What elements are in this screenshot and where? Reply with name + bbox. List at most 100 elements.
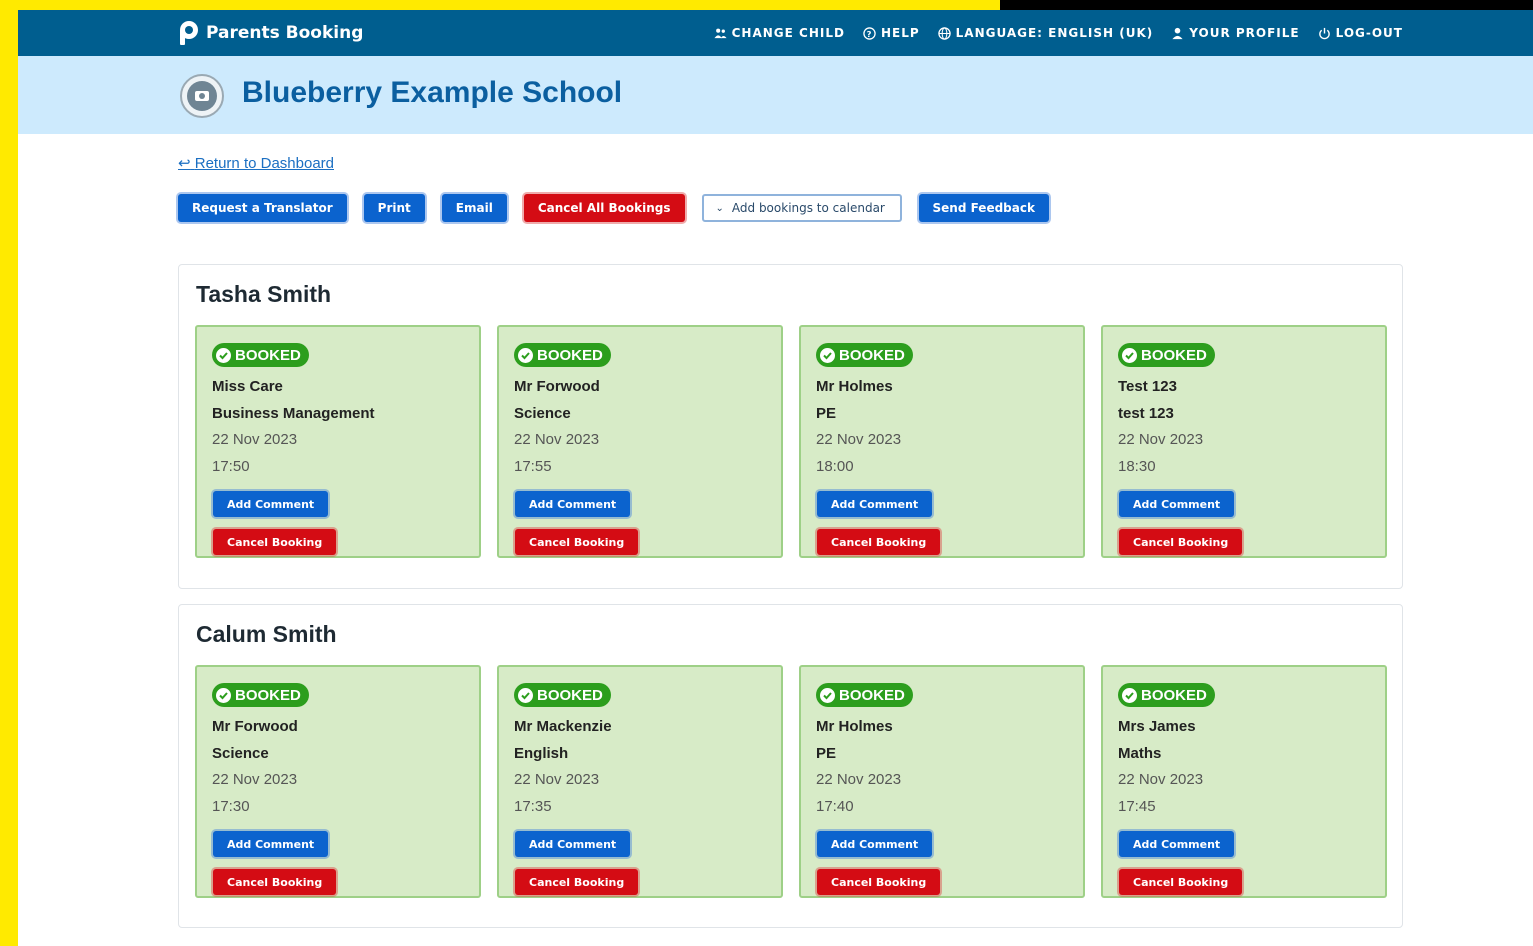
child-name: Calum Smith <box>196 621 337 647</box>
subject-name: Business Management <box>212 405 375 422</box>
globe-icon <box>937 26 951 40</box>
cancel-all-bookings-button[interactable]: Cancel All Bookings <box>523 194 685 222</box>
return-arrow-icon: ↩ <box>178 155 191 172</box>
print-button[interactable]: Print <box>363 194 425 222</box>
school-crest-icon <box>180 74 224 118</box>
cancel-booking-button[interactable]: Cancel Booking <box>515 869 639 895</box>
nav-change-child[interactable]: CHANGE CHILD <box>714 26 845 40</box>
users-icon <box>714 28 727 38</box>
add-comment-button[interactable]: Add Comment <box>515 491 631 517</box>
request-translator-button[interactable]: Request a Translator <box>178 194 347 222</box>
booked-badge: BOOKED <box>1118 683 1215 707</box>
booking-time: 17:55 <box>514 458 552 475</box>
booking-time: 17:35 <box>514 798 552 815</box>
booking-time: 17:50 <box>212 458 250 475</box>
nav-language[interactable]: LANGUAGE: ENGLISH (UK) <box>937 26 1154 40</box>
child-name: Tasha Smith <box>196 281 332 307</box>
teacher-name: Mr Mackenzie <box>514 718 612 735</box>
school-name: Blueberry Example School <box>242 76 623 109</box>
booked-badge: BOOKED <box>212 343 309 367</box>
booking-status: BOOKED <box>1141 686 1207 704</box>
email-button[interactable]: Email <box>441 194 507 222</box>
cancel-booking-button[interactable]: Cancel Booking <box>213 529 337 555</box>
check-circle-icon <box>820 347 835 363</box>
teacher-name: Test 123 <box>1118 378 1177 395</box>
booking-status: BOOKED <box>839 686 905 704</box>
parents-booking-logo-icon <box>178 20 200 46</box>
cancel-booking-button[interactable]: Cancel Booking <box>1119 529 1243 555</box>
subject-name: Maths <box>1118 745 1162 762</box>
nav-profile[interactable]: YOUR PROFILE <box>1171 26 1299 40</box>
add-comment-button[interactable]: Add Comment <box>213 491 329 517</box>
booking-card: BOOKED Mr Holmes PE 22 Nov 2023 17:40 Ad… <box>799 665 1085 898</box>
add-comment-button[interactable]: Add Comment <box>817 831 933 857</box>
booking-status: BOOKED <box>1141 346 1207 364</box>
check-circle-icon <box>1122 347 1137 363</box>
booking-date: 22 Nov 2023 <box>514 431 600 448</box>
child-panel: Tasha Smith BOOKED Miss Care Business Ma… <box>178 264 1403 589</box>
help-icon: ? <box>863 26 876 40</box>
nav-logout[interactable]: LOG-OUT <box>1318 26 1403 40</box>
nav-label: LANGUAGE: ENGLISH (UK) <box>955 26 1154 40</box>
subject-name: test 123 <box>1118 405 1174 422</box>
booking-card: BOOKED Mr Mackenzie English 22 Nov 2023 … <box>497 665 783 898</box>
booked-badge: BOOKED <box>514 683 611 707</box>
check-circle-icon <box>216 347 231 363</box>
booking-status: BOOKED <box>537 686 603 704</box>
booked-badge: BOOKED <box>816 683 913 707</box>
nav-label: CHANGE CHILD <box>731 26 845 40</box>
booked-badge: BOOKED <box>514 343 611 367</box>
nav-help[interactable]: ? HELP <box>863 26 920 40</box>
subject-name: English <box>514 745 569 762</box>
cancel-booking-button[interactable]: Cancel Booking <box>817 869 941 895</box>
browser-window: Parents Booking CHANGE CHILD ? HELP LANG… <box>18 10 1533 946</box>
booking-time: 17:45 <box>1118 798 1156 815</box>
action-toolbar: Request a Translator Print Email Cancel … <box>178 194 1049 222</box>
add-comment-button[interactable]: Add Comment <box>817 491 933 517</box>
subject-name: Science <box>212 745 269 762</box>
cancel-booking-button[interactable]: Cancel Booking <box>213 869 337 895</box>
chevron-down-icon: ⌄ <box>715 202 724 214</box>
nav-label: LOG-OUT <box>1335 26 1403 40</box>
return-to-dashboard-link[interactable]: ↩ Return to Dashboard <box>178 154 334 172</box>
check-circle-icon <box>1122 687 1137 703</box>
top-nav: CHANGE CHILD ? HELP LANGUAGE: ENGLISH (U… <box>714 10 1403 56</box>
booking-status: BOOKED <box>537 346 603 364</box>
booking-date: 22 Nov 2023 <box>514 771 600 788</box>
booking-card: BOOKED Mr Holmes PE 22 Nov 2023 18:00 Ad… <box>799 325 1085 558</box>
booking-date: 22 Nov 2023 <box>212 431 298 448</box>
cancel-booking-button[interactable]: Cancel Booking <box>1119 869 1243 895</box>
frame-edge <box>1000 0 1533 10</box>
cancel-booking-button[interactable]: Cancel Booking <box>817 529 941 555</box>
booking-card: BOOKED Mrs James Maths 22 Nov 2023 17:45… <box>1101 665 1387 898</box>
booking-status: BOOKED <box>235 346 301 364</box>
brand[interactable]: Parents Booking <box>178 10 363 56</box>
booking-time: 18:00 <box>816 458 854 475</box>
booking-cards: BOOKED Mr Forwood Science 22 Nov 2023 17… <box>195 665 1387 898</box>
booking-status: BOOKED <box>235 686 301 704</box>
add-comment-button[interactable]: Add Comment <box>1119 491 1235 517</box>
power-icon <box>1318 27 1330 39</box>
booked-badge: BOOKED <box>1118 343 1215 367</box>
return-link-label: Return to Dashboard <box>194 155 334 172</box>
add-to-calendar-dropdown[interactable]: ⌄ Add bookings to calendar <box>701 194 902 222</box>
booked-badge: BOOKED <box>816 343 913 367</box>
subject-name: Science <box>514 405 571 422</box>
booking-date: 22 Nov 2023 <box>212 771 298 788</box>
add-comment-button[interactable]: Add Comment <box>1119 831 1235 857</box>
check-circle-icon <box>518 687 533 703</box>
booking-time: 17:30 <box>212 798 250 815</box>
booking-card: BOOKED Miss Care Business Management 22 … <box>195 325 481 558</box>
teacher-name: Mr Holmes <box>816 718 893 735</box>
booking-card: BOOKED Test 123 test 123 22 Nov 2023 18:… <box>1101 325 1387 558</box>
teacher-name: Mr Forwood <box>514 378 600 395</box>
add-comment-button[interactable]: Add Comment <box>515 831 631 857</box>
cancel-booking-button[interactable]: Cancel Booking <box>515 529 639 555</box>
add-comment-button[interactable]: Add Comment <box>213 831 329 857</box>
add-to-calendar-label: Add bookings to calendar <box>731 201 885 215</box>
booking-time: 17:40 <box>816 798 854 815</box>
booking-date: 22 Nov 2023 <box>816 771 902 788</box>
nav-label: HELP <box>880 26 920 40</box>
send-feedback-button[interactable]: Send Feedback <box>918 194 1049 222</box>
booking-status: BOOKED <box>839 346 905 364</box>
